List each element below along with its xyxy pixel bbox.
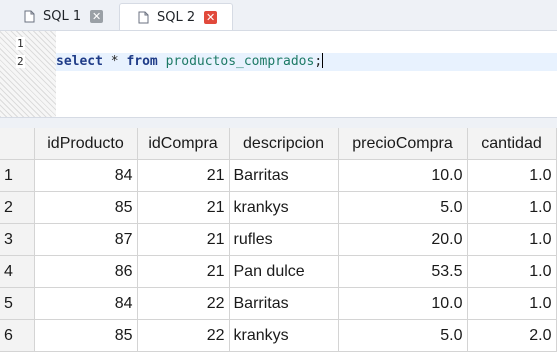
sql-editor[interactable]: 1 2 select * from productos_comprados; <box>0 31 557 117</box>
cell-idproducto[interactable]: 85 <box>34 191 138 224</box>
result-table: idProducto idCompra descripcion precioCo… <box>0 128 557 352</box>
cell-descripcion[interactable]: Pan dulce <box>229 255 339 288</box>
cell-descripcion[interactable]: Barritas <box>229 287 339 320</box>
tab-sql-2[interactable]: SQL 2 ✕ <box>119 3 233 30</box>
cell-cantidad[interactable]: 2.0 <box>467 319 557 352</box>
line-number-gutter: 1 2 <box>0 31 56 117</box>
sql-terminator: ; <box>314 54 323 69</box>
cell-descripcion[interactable]: krankys <box>229 319 339 352</box>
row-number-header[interactable] <box>0 128 35 160</box>
cell-preciocompra[interactable]: 53.5 <box>338 255 468 288</box>
cell-preciocompra[interactable]: 10.0 <box>338 159 468 192</box>
cell-idproducto[interactable]: 86 <box>34 255 138 288</box>
row-number[interactable]: 5 <box>0 287 35 320</box>
row-number[interactable]: 2 <box>0 191 35 224</box>
tab-label: SQL 2 <box>157 9 196 25</box>
line-number: 1 <box>16 37 25 50</box>
column-header[interactable]: idProducto <box>34 128 138 160</box>
cell-cantidad[interactable]: 1.0 <box>467 223 557 256</box>
text-caret <box>322 53 324 68</box>
header-row: idProducto idCompra descripcion precioCo… <box>0 128 557 160</box>
column-header[interactable]: cantidad <box>467 128 557 160</box>
sql-table-name: productos_comprados <box>165 54 315 69</box>
tab-label: SQL 1 <box>43 8 82 24</box>
row-number[interactable]: 6 <box>0 319 35 352</box>
cell-descripcion[interactable]: krankys <box>229 191 339 224</box>
cell-preciocompra[interactable]: 5.0 <box>338 191 468 224</box>
editor-tab-bar: SQL 1 ✕ SQL 2 ✕ <box>0 0 557 31</box>
table-row[interactable]: 6 85 22 krankys 5.0 2.0 <box>0 319 557 352</box>
cell-idcompra[interactable]: 21 <box>137 159 230 192</box>
cell-idcompra[interactable]: 21 <box>137 223 230 256</box>
cell-preciocompra[interactable]: 5.0 <box>338 319 468 352</box>
table-row[interactable]: 3 87 21 rufles 20.0 1.0 <box>0 223 557 256</box>
line-number: 2 <box>16 55 25 68</box>
table-row[interactable]: 1 84 21 Barritas 10.0 1.0 <box>0 159 557 192</box>
row-number[interactable]: 3 <box>0 223 35 256</box>
table-row[interactable]: 5 84 22 Barritas 10.0 1.0 <box>0 287 557 320</box>
cell-idproducto[interactable]: 85 <box>34 319 138 352</box>
cell-descripcion[interactable]: rufles <box>229 223 339 256</box>
sql-star: * <box>102 54 127 69</box>
cell-descripcion[interactable]: Barritas <box>229 159 339 192</box>
cell-idcompra[interactable]: 22 <box>137 287 230 320</box>
cell-idcompra[interactable]: 21 <box>137 191 230 224</box>
cell-idproducto[interactable]: 87 <box>34 223 138 256</box>
tab-sql-1[interactable]: SQL 1 ✕ <box>6 3 110 29</box>
code-line-current[interactable]: select * from productos_comprados; <box>56 53 557 71</box>
cell-idcompra[interactable]: 21 <box>137 255 230 288</box>
cell-idcompra[interactable]: 22 <box>137 319 230 352</box>
sql-keyword: select <box>56 54 103 69</box>
cell-preciocompra[interactable]: 10.0 <box>338 287 468 320</box>
column-header[interactable]: idCompra <box>137 128 230 160</box>
table-row[interactable]: 2 85 21 krankys 5.0 1.0 <box>0 191 557 224</box>
close-tab-icon[interactable]: ✕ <box>90 9 104 23</box>
cell-cantidad[interactable]: 1.0 <box>467 255 557 288</box>
cell-idproducto[interactable]: 84 <box>34 159 138 192</box>
cell-idproducto[interactable]: 84 <box>34 287 138 320</box>
sql-keyword: from <box>126 54 158 69</box>
result-grid[interactable]: idProducto idCompra descripcion precioCo… <box>0 128 557 352</box>
cell-preciocompra[interactable]: 20.0 <box>338 223 468 256</box>
row-number[interactable]: 1 <box>0 159 35 192</box>
row-number[interactable]: 4 <box>0 255 35 288</box>
cell-cantidad[interactable]: 1.0 <box>467 159 557 192</box>
cell-cantidad[interactable]: 1.0 <box>467 191 557 224</box>
table-row[interactable]: 4 86 21 Pan dulce 53.5 1.0 <box>0 255 557 288</box>
column-header[interactable]: descripcion <box>229 128 339 160</box>
document-icon <box>24 10 35 22</box>
document-icon <box>138 11 149 23</box>
column-header[interactable]: precioCompra <box>338 128 468 160</box>
close-tab-icon[interactable]: ✕ <box>204 10 218 24</box>
cell-cantidad[interactable]: 1.0 <box>467 287 557 320</box>
